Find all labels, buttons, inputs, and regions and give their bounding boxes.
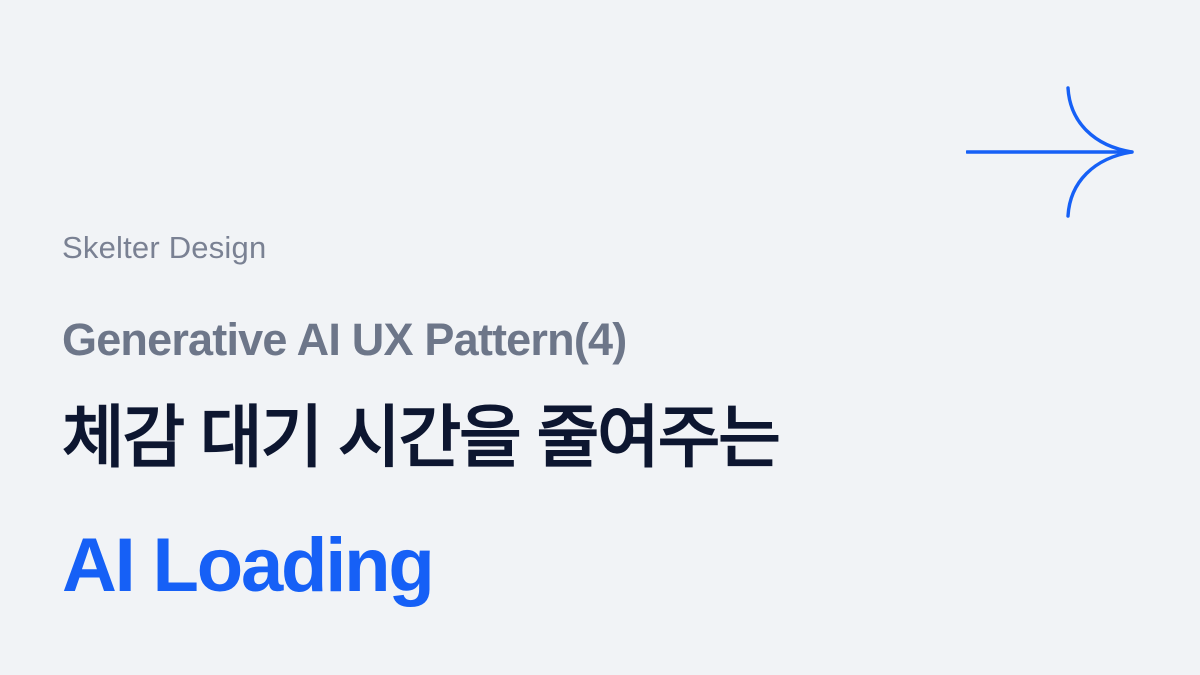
brand-label: Skelter Design — [62, 230, 267, 265]
title-english: AI Loading — [62, 523, 435, 608]
arrow-right-icon — [966, 86, 1134, 218]
title-korean: 체감 대기 시간을 줄여주는 — [62, 400, 781, 476]
subtitle: Generative AI UX Pattern(4) — [62, 314, 627, 365]
